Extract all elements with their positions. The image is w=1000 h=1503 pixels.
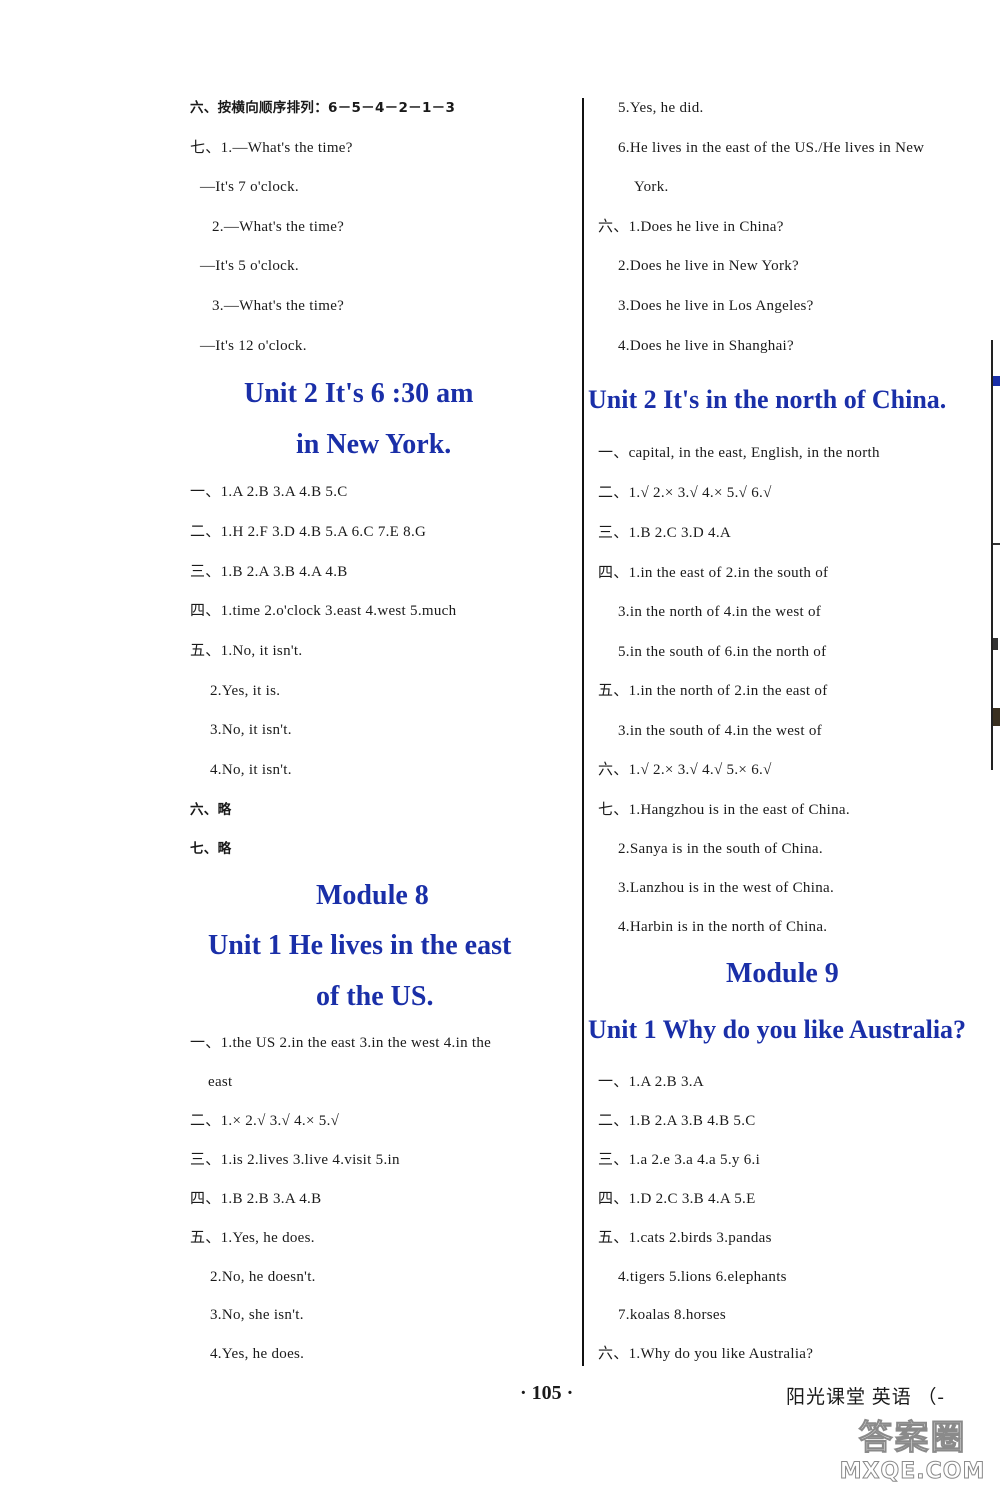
answer-line: 4.Does he live in Shanghai?: [618, 338, 794, 354]
column-divider: [582, 98, 584, 1366]
answer-line: 7.koalas 8.horses: [618, 1307, 726, 1323]
answer-line: York.: [634, 179, 669, 195]
page-edge-mark: [993, 543, 1000, 545]
answer-line: 七、1.—What's the time?: [190, 140, 353, 156]
answer-line: —It's 12 o'clock.: [200, 338, 307, 354]
answer-line: 七、略: [190, 841, 232, 857]
answer-line: 4.No, it isn't.: [210, 762, 292, 778]
answer-line: 四、1.B 2.B 3.A 4.B: [190, 1191, 322, 1207]
answer-line: 3.Does he live in Los Angeles?: [618, 298, 814, 314]
answer-line: 4.Yes, he does.: [210, 1346, 305, 1362]
answer-line: 3.No, she isn't.: [210, 1307, 304, 1323]
answer-line: 一、1.A 2.B 3.A: [598, 1074, 704, 1090]
answer-line: 五、1.No, it isn't.: [190, 643, 303, 659]
watermark-logo: 答案圈 MXQE.COM: [825, 1418, 1000, 1503]
page-number: · 105 ·: [520, 1382, 574, 1404]
answer-line: 七、1.Hangzhou is in the east of China.: [598, 802, 850, 818]
answer-line: 2.—What's the time?: [212, 219, 345, 235]
answer-line: —It's 5 o'clock.: [200, 258, 299, 274]
answer-line: 四、1.in the east of 2.in the south of: [598, 565, 829, 581]
answer-line: 六、1.√ 2.× 3.√ 4.√ 5.× 6.√: [598, 762, 772, 778]
answer-line: 6.He lives in the east of the US./He liv…: [618, 140, 925, 156]
answer-line: 2.Does he live in New York?: [618, 258, 799, 274]
answer-line: 4.tigers 5.lions 6.elephants: [618, 1269, 787, 1285]
answer-line: 3.Lanzhou is in the west of China.: [618, 880, 834, 896]
answer-line: 2.No, he doesn't.: [210, 1269, 316, 1285]
answer-line: 3.No, it isn't.: [210, 722, 292, 738]
answer-line: 5.in the south of 6.in the north of: [618, 644, 827, 660]
answer-line: 一、capital, in the east, English, in the …: [598, 445, 880, 461]
unit-heading: Unit 2 It's 6 :30 am: [244, 378, 474, 409]
answer-line: 5.Yes, he did.: [618, 100, 704, 116]
answer-line: 一、1.A 2.B 3.A 4.B 5.C: [190, 484, 348, 500]
answer-line: 六、略: [190, 802, 232, 818]
answer-line: east: [208, 1074, 233, 1090]
answer-line: 五、1.cats 2.birds 3.pandas: [598, 1230, 772, 1246]
answer-line: 四、1.D 2.C 3.B 4.A 5.E: [598, 1191, 756, 1207]
unit-heading: Unit 2 It's in the north of China.: [588, 385, 947, 414]
answer-line: 三、1.is 2.lives 3.live 4.visit 5.in: [190, 1152, 400, 1168]
answer-line: 2.Sanya is in the south of China.: [618, 841, 823, 857]
unit-heading: of the US.: [316, 981, 434, 1012]
answer-line: 2.Yes, it is.: [210, 683, 281, 699]
unit-heading: Unit 1 Why do you like Australia?: [588, 1015, 967, 1044]
unit-heading: in New York.: [296, 429, 452, 460]
page-edge-mark: [993, 376, 1000, 386]
answer-line: 二、1.B 2.A 3.B 4.B 5.C: [598, 1113, 756, 1129]
answer-line: 二、1.√ 2.× 3.√ 4.× 5.√ 6.√: [598, 485, 772, 501]
answer-line: 3.—What's the time?: [212, 298, 345, 314]
answer-line: 4.Harbin is in the north of China.: [618, 919, 828, 935]
page-edge-line: [991, 340, 993, 770]
module-heading: Module 9: [726, 958, 839, 989]
unit-heading: Unit 1 He lives in the east: [208, 930, 512, 961]
answer-line: 六、1.Does he live in China?: [598, 219, 784, 235]
answer-line: —It's 7 o'clock.: [200, 179, 299, 195]
watermark-url: MXQE.COM: [839, 1459, 986, 1485]
module-heading: Module 8: [316, 880, 429, 911]
answer-line: 三、1.B 2.C 3.D 4.A: [598, 525, 732, 541]
answer-line: 三、1.a 2.e 3.a 4.a 5.y 6.i: [598, 1152, 761, 1168]
answer-line: 3.in the south of 4.in the west of: [618, 723, 822, 739]
answer-line: 四、1.time 2.o'clock 3.east 4.west 5.much: [190, 603, 457, 619]
answer-line: 五、1.in the north of 2.in the east of: [598, 683, 828, 699]
answer-line: 3.in the north of 4.in the west of: [618, 604, 822, 620]
answer-line: 六、1.Why do you like Australia?: [598, 1346, 814, 1362]
answer-line: 二、1.× 2.√ 3.√ 4.× 5.√: [190, 1113, 340, 1129]
answer-line: 二、1.H 2.F 3.D 4.B 5.A 6.C 7.E 8.G: [190, 524, 427, 540]
page-edge-mark: [993, 708, 1000, 726]
answer-line: 五、1.Yes, he does.: [190, 1230, 315, 1246]
book-title: 阳光课堂 英语 （-: [786, 1387, 945, 1408]
answer-line: 六、按横向顺序排列：6－5－4－2－1－3: [190, 100, 456, 116]
watermark-text: 答案圈: [858, 1418, 967, 1459]
answer-line: 三、1.B 2.A 3.B 4.A 4.B: [190, 564, 348, 580]
answer-line: 一、1.the US 2.in the east 3.in the west 4…: [190, 1035, 492, 1051]
page-edge-mark: [993, 638, 998, 650]
